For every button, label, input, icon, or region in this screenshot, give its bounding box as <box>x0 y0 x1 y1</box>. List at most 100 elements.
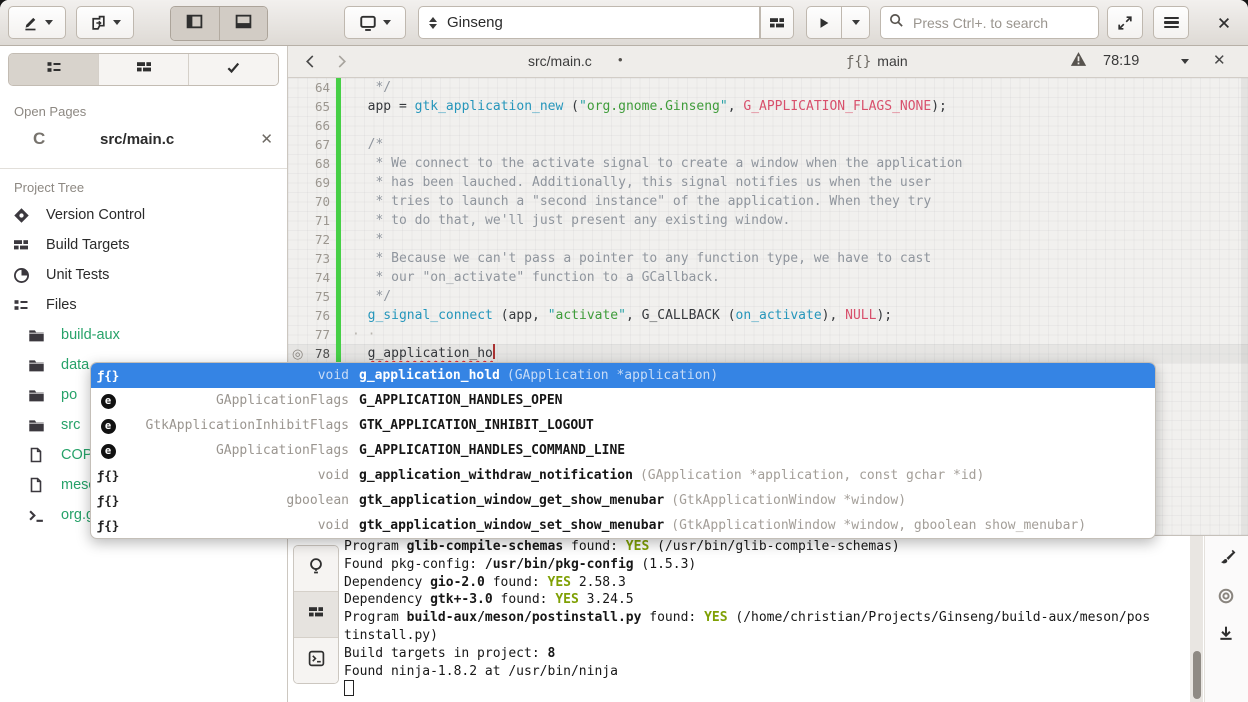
code-line-64[interactable]: 64 */ <box>288 78 1248 97</box>
terminal-cursor <box>344 680 354 696</box>
tab-messages[interactable] <box>294 546 338 591</box>
open-page-item[interactable]: C src/main.c ✕ <box>0 126 287 156</box>
console-line: Found pkg-config: /usr/bin/pkg-config (1… <box>344 556 1188 574</box>
code-text: g_application_ho <box>352 344 495 363</box>
export-dropdown-button[interactable] <box>76 6 134 39</box>
omnibar-project-title[interactable]: Ginseng <box>418 6 760 39</box>
tab-open-pages[interactable] <box>9 54 98 85</box>
line-number: 76 <box>288 306 330 325</box>
console-line: Build targets in project: 8 <box>344 645 1188 663</box>
search-input[interactable] <box>911 14 1096 32</box>
forward-button[interactable] <box>330 49 354 73</box>
tab-build-targets[interactable] <box>98 54 188 85</box>
code-line-68[interactable]: 68 * We connect to the activate signal t… <box>288 154 1248 173</box>
completion-params: (GApplication *application) <box>507 368 718 383</box>
diff-added-bar <box>336 154 341 173</box>
completion-return-type: GApplicationFlags <box>125 393 349 408</box>
code-text: * Because we can't pass a pointer to any… <box>352 249 931 268</box>
completion-row-g_application_withdraw_notification[interactable]: ƒ{}voidg_application_withdraw_notificati… <box>91 463 1155 488</box>
diff-added-bar <box>336 344 341 363</box>
completion-row-g_application_hold[interactable]: ƒ{}voidg_application_hold(GApplication *… <box>91 363 1155 388</box>
record-target-icon[interactable] <box>1217 587 1236 606</box>
code-line-73[interactable]: 73 * Because we can't pass a pointer to … <box>288 249 1248 268</box>
editor-close-button[interactable]: ✕ <box>1213 51 1226 69</box>
download-icon[interactable] <box>1217 625 1236 644</box>
code-line-72[interactable]: 72 * <box>288 230 1248 249</box>
code-text: · · <box>352 325 375 344</box>
tree-item-version-control[interactable]: Version Control <box>0 201 287 231</box>
build-bricks-icon <box>769 15 785 31</box>
panel-bottom-icon <box>235 13 252 35</box>
completion-row-gtk_application_window_set_show_menubar[interactable]: ƒ{}voidgtk_application_window_set_show_m… <box>91 513 1155 538</box>
enum-icon: e <box>91 417 125 434</box>
completion-row-GTK_APPLICATION_INHIBIT_LOGOUT[interactable]: eGtkApplicationInhibitFlagsGTK_APPLICATI… <box>91 413 1155 438</box>
line-number: 65 <box>288 97 330 116</box>
brush-pen-icon[interactable] <box>1217 549 1236 568</box>
chevron-down-icon[interactable] <box>1181 59 1189 64</box>
editor-header: src/main.c • ƒ{}main 78:19 ✕ <box>288 46 1248 78</box>
close-icon[interactable]: ✕ <box>260 130 273 148</box>
updown-icon <box>429 17 437 29</box>
code-line-71[interactable]: 71 * to do that, we'll just present any … <box>288 211 1248 230</box>
tree-item-files[interactable]: Files <box>0 291 287 321</box>
diff-added-bar <box>336 173 341 192</box>
expand-icon <box>1117 15 1133 31</box>
panel-left-icon <box>186 13 203 35</box>
device-dropdown-button[interactable] <box>344 6 406 39</box>
completion-name: G_APPLICATION_HANDLES_COMMAND_LINE <box>359 443 625 458</box>
console-scrollbar-thumb[interactable] <box>1193 651 1201 699</box>
build-button[interactable] <box>760 6 794 39</box>
toggle-left-panel-button[interactable] <box>171 7 219 40</box>
current-symbol[interactable]: ƒ{}main <box>846 53 908 70</box>
code-text: * <box>352 230 383 249</box>
completion-row-gtk_application_window_get_show_menubar[interactable]: ƒ{}gbooleangtk_application_window_get_sh… <box>91 488 1155 513</box>
completion-row-G_APPLICATION_HANDLES_COMMAND_LINE[interactable]: eGApplicationFlagsG_APPLICATION_HANDLES_… <box>91 438 1155 463</box>
search-icon <box>889 13 904 33</box>
play-icon <box>817 16 831 30</box>
build-output-console[interactable]: Program glib-compile-schemas found: YES … <box>344 538 1188 702</box>
code-line-70[interactable]: 70 * tries to launch a "second instance"… <box>288 192 1248 211</box>
tree-item-unit-tests[interactable]: Unit Tests <box>0 261 287 291</box>
completion-name: gtk_application_window_get_show_menubar <box>359 493 664 508</box>
editor-file-name[interactable]: src/main.c <box>528 53 592 69</box>
window-close-button[interactable] <box>1206 6 1242 39</box>
tab-build-output[interactable] <box>294 591 338 637</box>
back-button[interactable] <box>298 49 322 73</box>
diagnostics-warning-icon[interactable] <box>1070 51 1087 72</box>
code-line-75[interactable]: 75 */ <box>288 287 1248 306</box>
code-line-69[interactable]: 69 * has been lauched. Additionally, thi… <box>288 173 1248 192</box>
completion-name: G_APPLICATION_HANDLES_OPEN <box>359 393 563 408</box>
tab-terminal[interactable] <box>294 637 338 683</box>
build-targets-icon <box>13 237 30 254</box>
code-line-65[interactable]: 65 app = gtk_application_new ("org.gnome… <box>288 97 1248 116</box>
code-line-66[interactable]: 66 <box>288 116 1248 135</box>
tree-item-build-targets[interactable]: Build Targets <box>0 231 287 261</box>
code-line-74[interactable]: 74 * our "on_activate" function to a GCa… <box>288 268 1248 287</box>
toggle-bottom-panel-button[interactable] <box>219 7 268 40</box>
code-line-76[interactable]: 76 g_signal_connect (app, "activate", G_… <box>288 306 1248 325</box>
completion-params: (GtkApplicationWindow *window) <box>671 493 906 508</box>
line-number: 71 <box>288 211 330 230</box>
code-line-77[interactable]: 77· · <box>288 325 1248 344</box>
run-options-dropdown-button[interactable] <box>841 6 870 39</box>
tree-item-label: src <box>61 417 80 433</box>
tab-unit-tests[interactable] <box>188 54 278 85</box>
header-bar: Ginseng <box>0 0 1248 46</box>
pen-icon <box>22 14 39 31</box>
completion-return-type: void <box>125 368 349 383</box>
folder-icon <box>28 417 45 434</box>
console-scrollbar-track[interactable] <box>1190 536 1203 702</box>
panel-toggle-group <box>170 6 268 41</box>
code-text: * We connect to the activate signal to c… <box>352 154 962 173</box>
completion-row-G_APPLICATION_HANDLES_OPEN[interactable]: eGApplicationFlagsG_APPLICATION_HANDLES_… <box>91 388 1155 413</box>
edit-pen-dropdown-button[interactable] <box>8 6 66 39</box>
code-line-78[interactable]: ◎78 g_application_ho <box>288 344 1248 363</box>
sidebar-divider <box>0 168 287 169</box>
console-line: Program build-aux/meson/postinstall.py f… <box>344 609 1188 627</box>
code-line-67[interactable]: 67 /* <box>288 135 1248 154</box>
code-text: * tries to launch a "second instance" of… <box>352 192 931 211</box>
tree-item-build-aux[interactable]: build-aux <box>0 321 287 351</box>
menu-button[interactable] <box>1153 6 1189 39</box>
fullscreen-button[interactable] <box>1107 6 1143 39</box>
run-button[interactable] <box>806 6 842 39</box>
